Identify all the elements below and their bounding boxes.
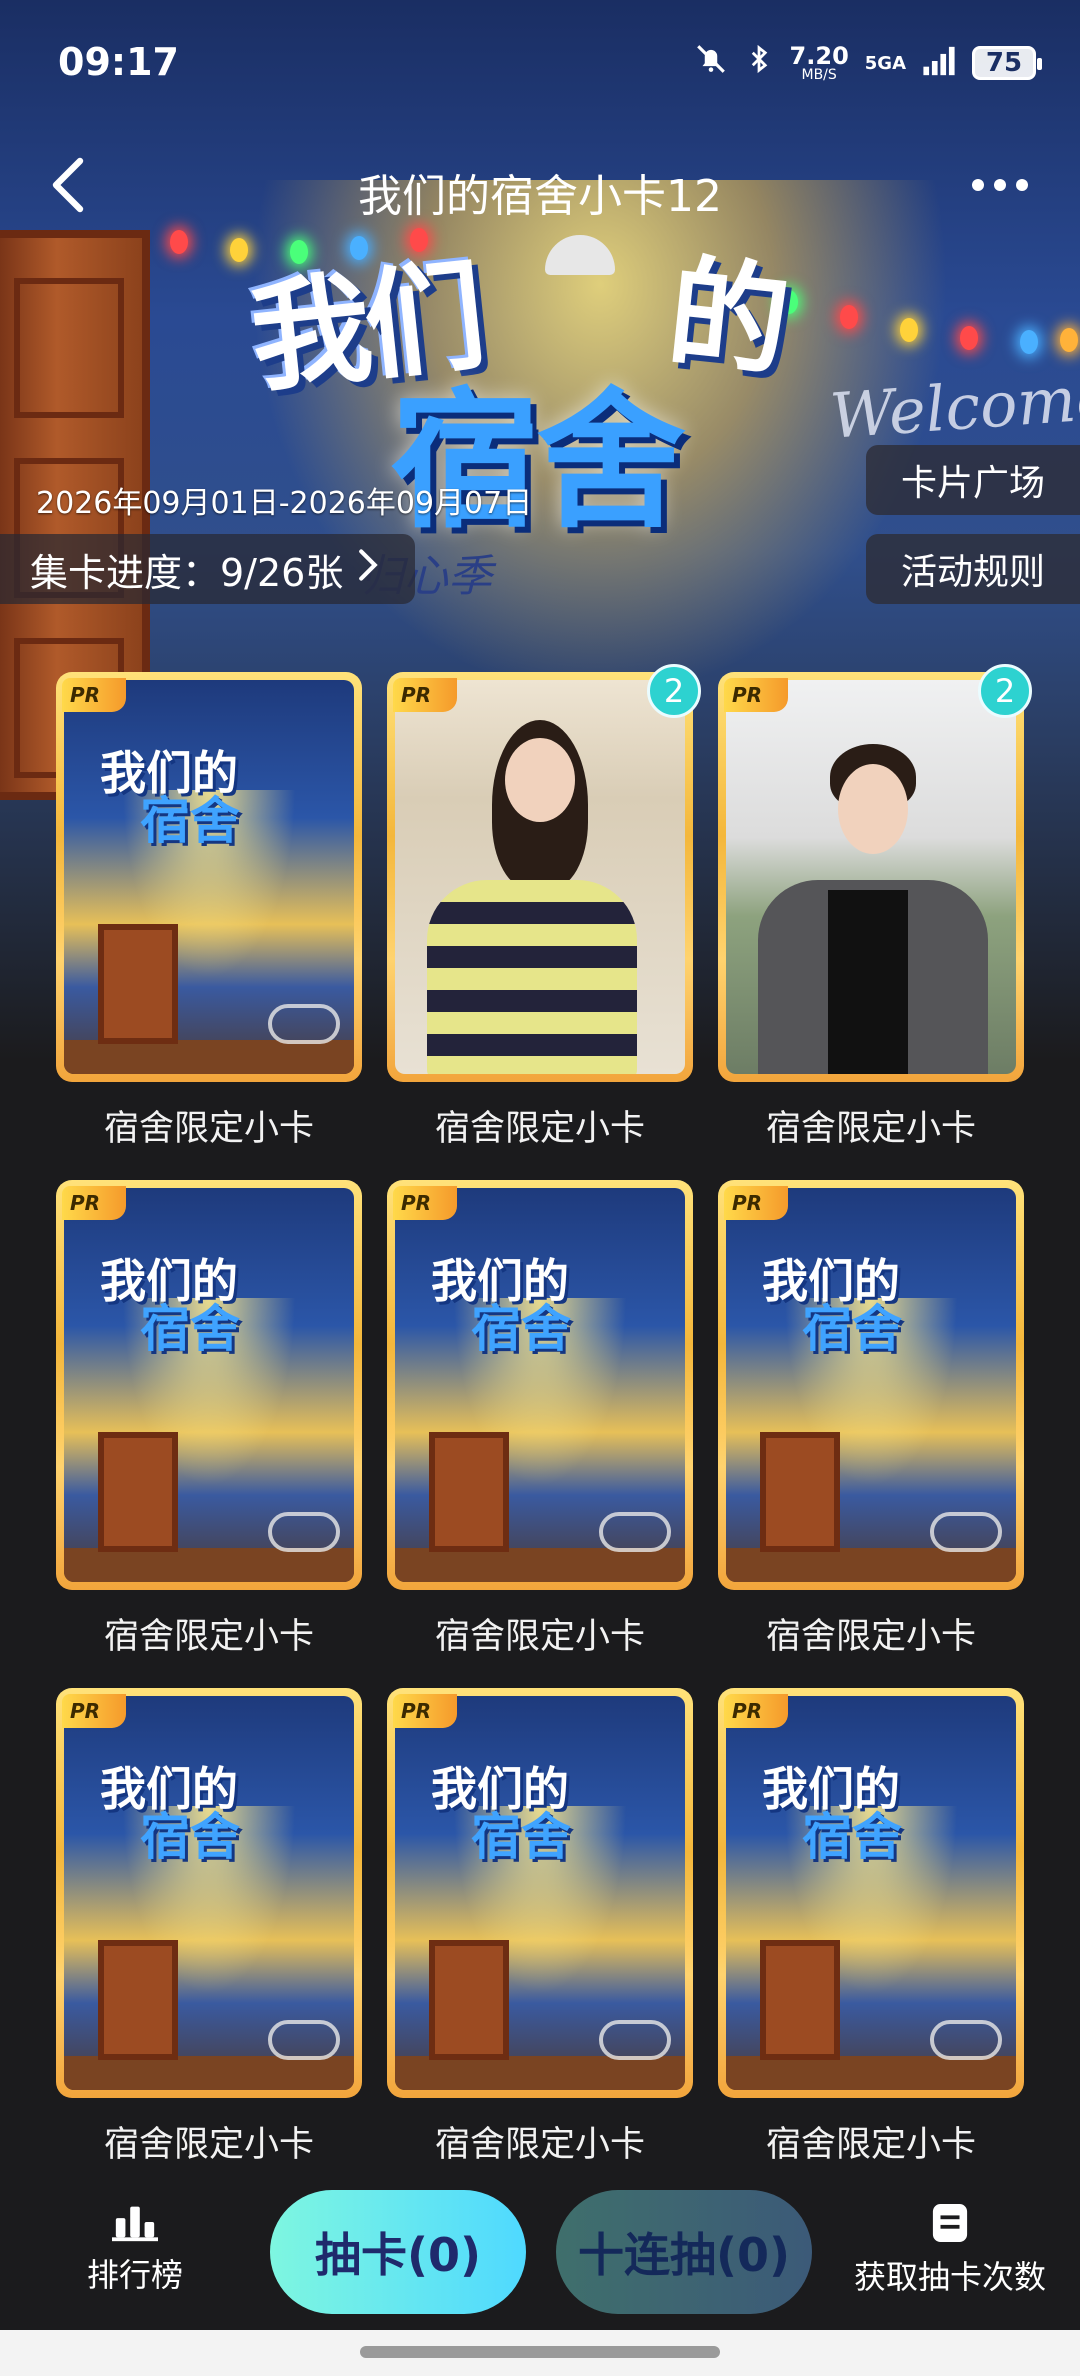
card-frame: 我们的 宿舍 PR [387, 1180, 693, 1590]
card-artwork: 我们的 宿舍 [64, 1188, 354, 1582]
document-icon [932, 2204, 968, 2242]
card-label: 宿舍限定小卡 [103, 1617, 314, 1657]
rarity-badge: PR [724, 678, 788, 712]
card-photo [395, 680, 685, 1074]
earn-draws-label: 获取抽卡次数 [853, 2258, 1046, 2296]
network-type: 5GA [864, 52, 906, 74]
status-icons: 7.20 MB/S 5GA 75 [694, 40, 1042, 86]
card-item[interactable]: 我们的 宿舍 PR 宿舍限定小卡 [718, 1180, 1024, 1688]
signal-icon [922, 46, 956, 80]
rarity-badge: PR [724, 1694, 788, 1728]
card-frame: 我们的 宿舍 PR [387, 1688, 693, 2098]
card-item[interactable]: PR 2 宿舍限定小卡 [387, 664, 701, 1180]
card-item[interactable]: 我们的 宿舍 PR 宿舍限定小卡 [56, 672, 362, 1180]
card-artwork: 我们的 宿舍 [726, 1696, 1016, 2090]
card-photo [726, 680, 1016, 1074]
mute-bell-icon [694, 42, 728, 84]
more-horizontal-icon [972, 179, 984, 191]
rarity-badge: PR [62, 678, 126, 712]
card-count-badge: 2 [647, 664, 701, 718]
card-item[interactable]: 我们的 宿舍 PR 宿舍限定小卡 [718, 1688, 1024, 2196]
rarity-badge: PR [724, 1186, 788, 1220]
status-time: 09:17 [58, 40, 179, 84]
card-artwork: 我们的 宿舍 [64, 1696, 354, 2090]
card-artwork: 我们的 宿舍 [395, 1188, 685, 1582]
network-speed: 7.20 MB/S [789, 42, 849, 83]
card-label: 宿舍限定小卡 [434, 2125, 645, 2165]
card-label: 宿舍限定小卡 [765, 2125, 976, 2165]
collection-progress[interactable]: 集卡进度：9/26张 [0, 534, 416, 604]
activity-rules-button[interactable]: 活动规则 [866, 534, 1080, 604]
rarity-badge: PR [62, 1186, 126, 1220]
card-item[interactable]: 我们的 宿舍 PR 宿舍限定小卡 [387, 1180, 693, 1688]
bluetooth-icon [744, 42, 774, 84]
rarity-badge: PR [393, 1186, 457, 1220]
card-artwork: 我们的 宿舍 [726, 1188, 1016, 1582]
card-label: 宿舍限定小卡 [434, 1109, 645, 1149]
chevron-left-icon [52, 157, 84, 213]
card-artwork: 我们的 宿舍 [395, 1696, 685, 2090]
card-count-badge: 2 [978, 664, 1032, 718]
more-button[interactable] [960, 160, 1040, 210]
ten-draw-button[interactable]: 十连抽(0) [556, 2190, 812, 2314]
home-indicator[interactable] [0, 2330, 1080, 2376]
status-bar: 09:17 7.20 MB/S 5GA 75 [0, 0, 1080, 130]
card-item[interactable]: 我们的 宿舍 PR 宿舍限定小卡 [387, 1688, 693, 2196]
card-label: 宿舍限定小卡 [434, 1617, 645, 1657]
card-label: 宿舍限定小卡 [765, 1617, 976, 1657]
progress-label: 集卡进度：9/26张 [30, 550, 344, 595]
card-item[interactable]: 我们的 宿舍 PR 宿舍限定小卡 [56, 1688, 362, 2196]
chevron-right-icon [357, 548, 379, 591]
card-frame: PR 2 [718, 664, 1032, 1082]
card-frame: PR 2 [387, 664, 701, 1082]
rarity-badge: PR [393, 1694, 457, 1728]
rarity-badge: PR [62, 1694, 126, 1728]
rarity-badge: PR [393, 678, 457, 712]
bottom-bar: 排行榜 抽卡(0) 十连抽(0) 获取抽卡次数 [0, 2170, 1080, 2330]
card-frame: 我们的 宿舍 PR [718, 1688, 1024, 2098]
draw-card-button[interactable]: 抽卡(0) [270, 2190, 526, 2314]
leaderboard-button[interactable]: 排行榜 [60, 2202, 210, 2296]
card-frame: 我们的 宿舍 PR [56, 1688, 362, 2098]
battery-icon: 75 [972, 46, 1042, 80]
activity-date-range: 2026年09月01日-2026年09月07日 [36, 486, 533, 521]
earn-draws-button[interactable]: 获取抽卡次数 [850, 2202, 1050, 2298]
card-square-button[interactable]: 卡片广场 [866, 445, 1080, 515]
leaderboard-label: 排行榜 [86, 2256, 183, 2294]
back-button[interactable] [38, 150, 98, 220]
card-label: 宿舍限定小卡 [765, 1109, 976, 1149]
card-artwork: 我们的 宿舍 [64, 680, 354, 1074]
card-grid: 我们的 宿舍 PR 宿舍限定小卡 PR 2 宿舍限定小卡 PR 2 宿舍限定小卡… [56, 664, 1032, 2196]
card-item[interactable]: 我们的 宿舍 PR 宿舍限定小卡 [56, 1180, 362, 1688]
card-frame: 我们的 宿舍 PR [56, 672, 362, 1082]
card-label: 宿舍限定小卡 [103, 1109, 314, 1149]
card-label: 宿舍限定小卡 [103, 2125, 314, 2165]
bar-chart-icon [112, 2206, 158, 2242]
page-title: 我们的宿舍小卡12 [358, 171, 722, 222]
card-frame: 我们的 宿舍 PR [56, 1180, 362, 1590]
card-item[interactable]: PR 2 宿舍限定小卡 [718, 664, 1032, 1180]
card-frame: 我们的 宿舍 PR [718, 1180, 1024, 1590]
